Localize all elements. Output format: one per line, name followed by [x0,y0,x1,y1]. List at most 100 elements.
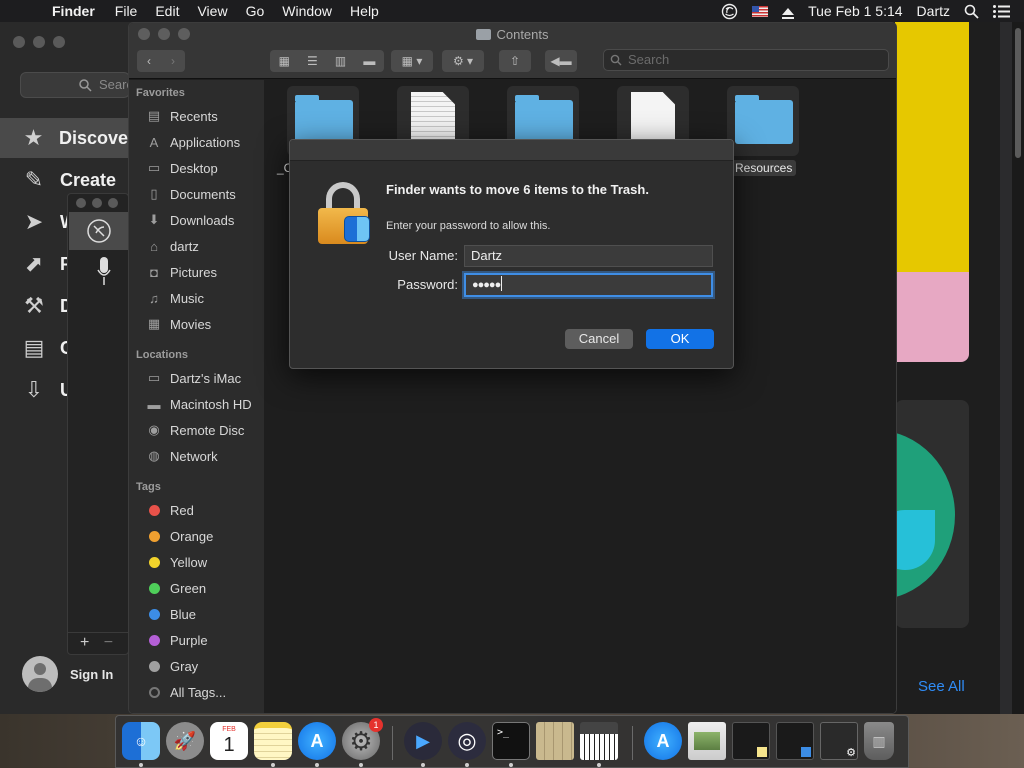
back-arrow-icon[interactable]: ‹ [147,54,151,68]
dock-app-store-download-icon[interactable]: A [644,722,682,760]
menu-app-finder[interactable]: Finder [52,3,95,19]
sidebar-item-imac[interactable]: ▭ Dartz's iMac [145,367,241,389]
app-store-scrollbar[interactable] [1012,22,1024,714]
sidebar-tag-orange[interactable]: Orange [145,525,213,547]
sidebar-tag-blue[interactable]: Blue [145,603,196,625]
close-window-button[interactable] [13,36,25,48]
share-button[interactable]: ⇧ [499,50,531,72]
panel-row-selected[interactable] [69,212,129,250]
image-thumbnail-icon [694,732,720,750]
panel-close-button[interactable] [76,198,86,208]
sidebar-item-macintosh-hd[interactable]: ▬ Macintosh HD [145,393,252,415]
dock-running-indicator [597,763,601,767]
icon-view-icon[interactable]: ▦ [279,54,290,68]
sidebar-item-network[interactable]: ◍ Network [145,445,217,467]
panel-zoom-button[interactable] [108,198,118,208]
menu-help[interactable]: Help [350,3,379,19]
gallery-view-icon[interactable]: ▬ [363,54,375,68]
see-all-link[interactable]: See All [918,678,965,695]
file-item-resources-folder[interactable] [727,86,799,156]
sidebar-item-downloads[interactable]: ⬇ Downloads [145,209,235,231]
dock-notes-icon[interactable] [254,722,292,760]
menu-bar: Finder File Edit View Go Window Help Tue… [0,0,1024,22]
sign-in-button[interactable]: Sign In [22,656,113,692]
dock-window-thumbnail-3[interactable]: ⚙ [820,722,858,760]
zoom-window-button[interactable] [53,36,65,48]
clock-icon: ▤ [147,108,161,123]
sidebar-item-applications[interactable]: A Applications [145,131,240,153]
sidebar-tag-purple[interactable]: Purple [145,629,208,651]
menu-view[interactable]: View [197,3,227,19]
user-menu[interactable]: Dartz [917,3,950,19]
dock-finder-icon[interactable]: ☺ [122,722,160,760]
sidebar-item-music[interactable]: ♫ Music [145,287,204,309]
dialog-title-bar [290,140,733,161]
finder-badge-icon [344,216,370,242]
sidebar-item-home[interactable]: ⌂ dartz [145,235,199,257]
dock-obs-icon[interactable]: ◎ [448,722,486,760]
dock-archive-utility-icon[interactable] [536,722,574,760]
finder-search-input[interactable]: Search [603,49,889,71]
dock-terminal-icon[interactable]: >_ [492,722,530,760]
dock-system-preferences-icon[interactable]: ⚙ 1 [342,718,383,760]
cancel-button[interactable]: Cancel [565,329,633,349]
dock-piano-icon[interactable] [580,722,618,760]
obs-icon[interactable] [721,3,738,20]
panel-minimize-button[interactable] [92,198,102,208]
username-field[interactable]: Dartz [464,245,713,267]
dock-launchpad-icon[interactable]: 🚀 [166,722,204,760]
dock-trash-icon[interactable]: ▥ [864,722,894,760]
password-field[interactable]: ●●●●● [464,273,713,297]
sidebar-item-remote-disc[interactable]: ◉ Remote Disc [145,419,244,441]
remove-icon[interactable]: − [104,634,113,651]
text-caret [501,276,503,291]
add-icon[interactable]: + [80,634,89,651]
ok-button[interactable]: OK [646,329,714,349]
sidebar-item-pictures[interactable]: ◘ Pictures [145,261,217,283]
menu-go[interactable]: Go [246,3,265,19]
tags-button[interactable]: ◀▬ [545,50,577,72]
featured-card-pink[interactable] [895,272,969,362]
dock-window-thumbnail-2[interactable] [776,722,814,760]
forward-arrow-icon[interactable]: › [171,54,175,68]
sidebar-all-tags[interactable]: All Tags... [145,681,226,703]
app-store-search-input[interactable]: Searc [20,72,133,98]
scrollbar-thumb[interactable] [1015,28,1021,158]
dock-window-thumbnail-1[interactable] [732,722,770,760]
nav-discover[interactable]: ★ Discover [0,118,135,158]
action-button[interactable]: ⚙ ▾ [442,50,484,72]
gear-icon: ⚙ ▾ [452,54,474,68]
menu-window[interactable]: Window [282,3,332,19]
dock-calendar-icon[interactable]: FEB 1 [210,722,248,760]
dock-app-store-icon[interactable]: A [298,722,336,760]
minimize-window-button[interactable] [33,36,45,48]
column-view-icon[interactable]: ▥ [335,54,346,68]
microphone-icon[interactable] [97,256,111,286]
sidebar-item-documents[interactable]: ▯ Documents [145,183,235,205]
notification-center-icon[interactable] [993,4,1010,18]
menu-file[interactable]: File [115,3,138,19]
sidebar-tag-red[interactable]: Red [145,499,194,521]
input-source-flag-icon[interactable] [752,5,769,17]
sidebar-tag-yellow[interactable]: Yellow [145,551,207,573]
spotlight-icon[interactable] [964,4,979,19]
dock-document-stack-icon[interactable] [688,722,726,760]
menu-edit[interactable]: Edit [155,3,179,19]
featured-card-dark[interactable] [895,400,969,628]
dock-quick-player-icon[interactable]: ▶ [404,722,442,760]
sidebar-item-movies[interactable]: ▦ Movies [145,313,211,335]
music-note-icon: ♫ [149,290,159,306]
applications-icon: A [149,134,159,150]
sidebar-tag-green[interactable]: Green [145,577,206,599]
clock[interactable]: Tue Feb 1 5:14 [808,3,902,19]
sidebar-tag-gray[interactable]: Gray [145,655,198,677]
sidebar-label: Music [170,290,204,306]
featured-card-yellow[interactable] [895,22,969,272]
globe-icon: ◍ [148,448,160,463]
list-view-icon[interactable]: ☰ [307,54,318,68]
group-by-button[interactable]: ▦ ▾ [391,50,433,72]
sidebar-item-desktop[interactable]: ▭ Desktop [145,157,218,179]
play-icon: ▶ [416,730,430,751]
eject-icon[interactable] [782,7,795,19]
sidebar-item-recents[interactable]: ▤ Recents [145,105,218,127]
